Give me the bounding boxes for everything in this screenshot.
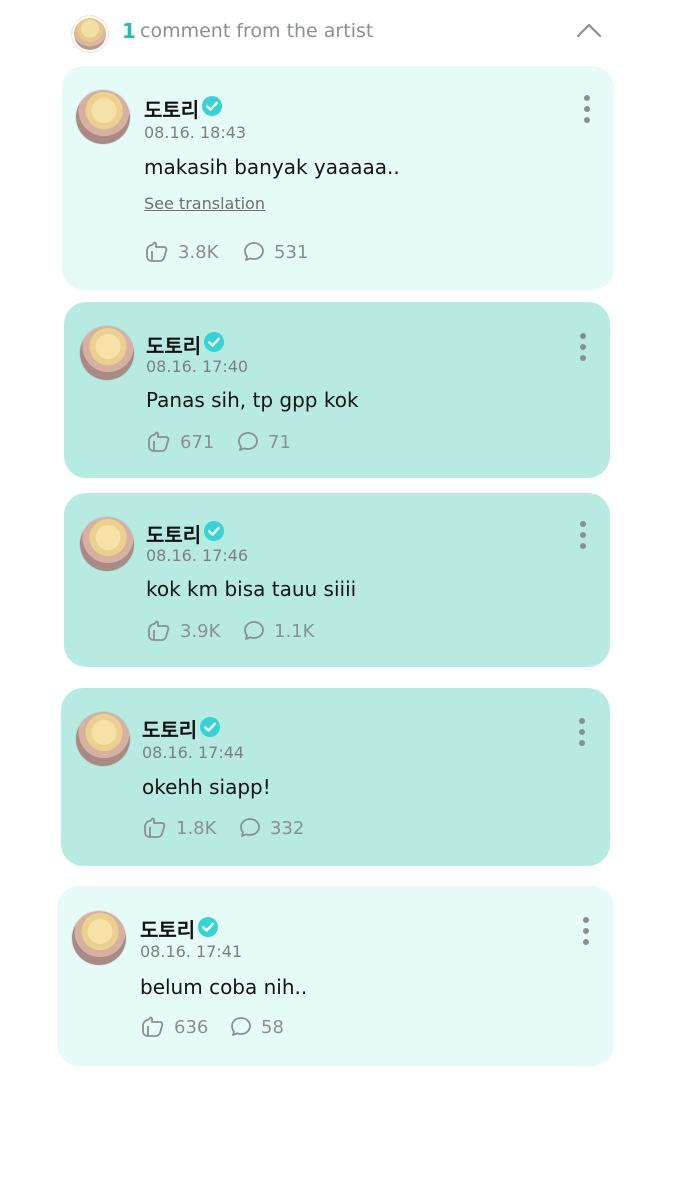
like-count: 671: [180, 431, 215, 453]
comment-time: 08.16. 18:43: [144, 123, 247, 142]
author-name[interactable]: 도토리: [142, 714, 197, 743]
comment-icon: [231, 1017, 251, 1036]
like-count: 1.8K: [176, 817, 217, 839]
verified-badge-icon: [204, 521, 224, 541]
author-avatar[interactable]: [76, 90, 130, 144]
reply-count: 71: [268, 431, 291, 453]
comment-text: kok km bisa tauu siiii: [146, 577, 357, 601]
like-button[interactable]: 1.8K: [142, 816, 216, 840]
reply-count: 332: [270, 817, 305, 839]
like-button[interactable]: 3.9K: [146, 619, 220, 643]
comment-count: 1: [122, 19, 136, 43]
author-name[interactable]: 도토리: [146, 519, 201, 548]
comment-time: 08.16. 17:44: [142, 743, 245, 762]
comment-card: 도토리 08.16. 18:43 makasih banyak yaaaaa..…: [62, 66, 614, 290]
author-name[interactable]: 도토리: [144, 94, 199, 123]
comment-icon: [238, 432, 258, 451]
like-icon: [146, 241, 168, 262]
like-icon: [148, 620, 170, 641]
verified-badge-icon: [198, 917, 218, 937]
like-icon: [142, 1016, 164, 1037]
author-name[interactable]: 도토리: [140, 914, 195, 943]
comment-icon: [244, 242, 264, 261]
author-avatar[interactable]: [72, 911, 126, 965]
comment-icon: [240, 818, 260, 837]
more-vertical-icon[interactable]: [582, 916, 590, 946]
like-button[interactable]: 671: [146, 430, 214, 454]
reply-button[interactable]: 58: [229, 1015, 284, 1039]
comment-header-label: comment from the artist: [140, 20, 374, 42]
comment-card: 도토리 08.16. 17:40 Panas sih, tp gpp kok 6…: [64, 302, 610, 478]
comment-time: 08.16. 17:41: [140, 942, 243, 961]
verified-badge-icon: [200, 717, 220, 737]
like-count: 3.9K: [180, 620, 221, 642]
comment-text: Panas sih, tp gpp kok: [146, 388, 359, 412]
reply-count: 58: [261, 1016, 284, 1038]
like-button[interactable]: 636: [140, 1015, 208, 1039]
see-translation-link[interactable]: See translation: [144, 194, 265, 213]
artist-comments-header[interactable]: 1 comment from the artist: [0, 0, 675, 64]
chevron-up-icon[interactable]: [576, 20, 602, 40]
like-count: 636: [174, 1016, 209, 1038]
comment-text: belum coba nih..: [140, 975, 308, 999]
comment-card: 도토리 08.16. 17:44 okehh siapp! 1.8K 332: [61, 688, 610, 866]
more-vertical-icon[interactable]: [578, 717, 586, 747]
comment-icon: [244, 621, 264, 640]
reply-count: 531: [274, 241, 309, 263]
like-icon: [144, 817, 166, 838]
comment-text: makasih banyak yaaaaa..: [144, 155, 400, 179]
like-count: 3.8K: [178, 241, 219, 263]
comment-card: 도토리 08.16. 17:41 belum coba nih.. 636 58: [57, 886, 614, 1066]
reply-button[interactable]: 531: [242, 240, 308, 264]
more-vertical-icon[interactable]: [579, 520, 587, 550]
reply-button[interactable]: 1.1K: [242, 619, 314, 643]
more-vertical-icon[interactable]: [579, 332, 587, 362]
artist-avatar: [72, 16, 108, 52]
reply-count: 1.1K: [274, 620, 315, 642]
reply-button[interactable]: 332: [238, 816, 304, 840]
comment-card: 도토리 08.16. 17:46 kok km bisa tauu siiii …: [64, 493, 610, 667]
like-icon: [148, 431, 170, 452]
comment-time: 08.16. 17:46: [146, 546, 249, 565]
verified-badge-icon: [202, 96, 222, 116]
reply-button[interactable]: 71: [236, 430, 291, 454]
author-avatar[interactable]: [80, 517, 134, 571]
like-button[interactable]: 3.8K: [144, 240, 218, 264]
more-vertical-icon[interactable]: [583, 94, 591, 124]
verified-badge-icon: [204, 332, 224, 352]
comment-time: 08.16. 17:40: [146, 357, 249, 376]
comment-text: okehh siapp!: [142, 775, 271, 799]
author-avatar[interactable]: [80, 326, 134, 380]
author-avatar[interactable]: [76, 712, 130, 766]
author-name[interactable]: 도토리: [146, 330, 201, 359]
